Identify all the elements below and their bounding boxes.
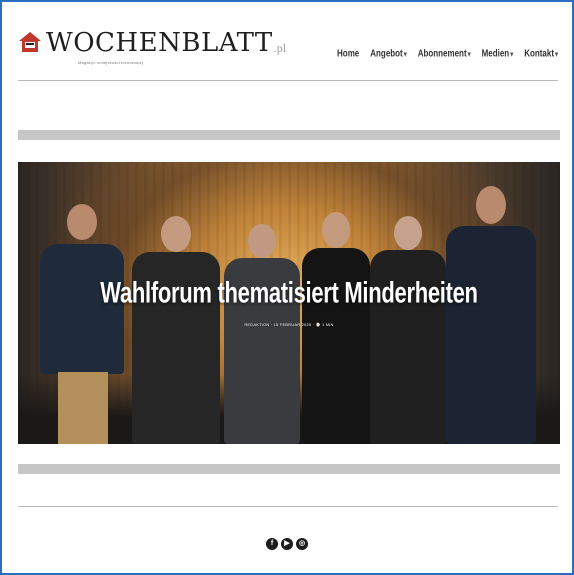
nav-abonnement-label: Abonnement xyxy=(417,47,467,60)
hero-meta: REDAKTION · 15 FEBRUAR 2025 · ⌚ 1 MIN xyxy=(244,322,334,327)
page-frame: WOCHENBLATT .pl Magazyn mniejszości niem… xyxy=(0,0,574,575)
facebook-icon[interactable]: f xyxy=(266,538,278,550)
chevron-down-icon: ▾ xyxy=(403,51,407,60)
hero-person xyxy=(128,216,224,444)
site-logo[interactable]: WOCHENBLATT .pl xyxy=(18,30,286,56)
hero-person xyxy=(220,224,304,444)
main-nav: Home Angebot▾ Abonnement▾ Medien▾ Kontak… xyxy=(337,48,558,59)
nav-angebot[interactable]: Angebot▾ xyxy=(370,48,406,59)
social-links: f ▶ ◎ xyxy=(0,538,574,550)
hero-person xyxy=(296,212,376,444)
nav-home-label: Home xyxy=(337,47,360,60)
top-separator-bar xyxy=(18,130,560,140)
nav-kontakt-label: Kontakt xyxy=(524,47,554,60)
nav-abonnement[interactable]: Abonnement▾ xyxy=(418,48,471,59)
brand-suffix: .pl xyxy=(273,41,287,55)
chevron-down-icon: ▾ xyxy=(554,51,558,60)
instagram-icon[interactable]: ◎ xyxy=(296,538,308,550)
header-divider xyxy=(18,80,558,81)
nav-kontakt[interactable]: Kontakt▾ xyxy=(524,48,558,59)
nav-medien[interactable]: Medien▾ xyxy=(482,48,514,59)
house-logo-icon xyxy=(18,31,42,53)
site-header: WOCHENBLATT .pl Magazyn mniejszości niem… xyxy=(18,30,558,70)
hero-person xyxy=(366,216,450,444)
brand-name: WOCHENBLATT xyxy=(46,28,273,58)
footer-divider xyxy=(18,506,558,507)
nav-medien-label: Medien xyxy=(481,47,510,60)
nav-home[interactable]: Home xyxy=(337,48,359,59)
hero-banner[interactable]: Wahlforum thematisiert Minderheiten REDA… xyxy=(18,162,560,444)
nav-angebot-label: Angebot xyxy=(370,47,403,60)
chevron-down-icon: ▾ xyxy=(467,51,471,60)
hero-person xyxy=(442,186,540,444)
youtube-icon[interactable]: ▶ xyxy=(281,538,293,550)
chevron-down-icon: ▾ xyxy=(510,51,514,60)
bottom-separator-bar xyxy=(18,464,560,474)
brand-tagline: Magazyn mniejszości niemieckiej xyxy=(78,60,144,65)
hero-title[interactable]: Wahlforum thematisiert Minderheiten xyxy=(18,275,560,310)
